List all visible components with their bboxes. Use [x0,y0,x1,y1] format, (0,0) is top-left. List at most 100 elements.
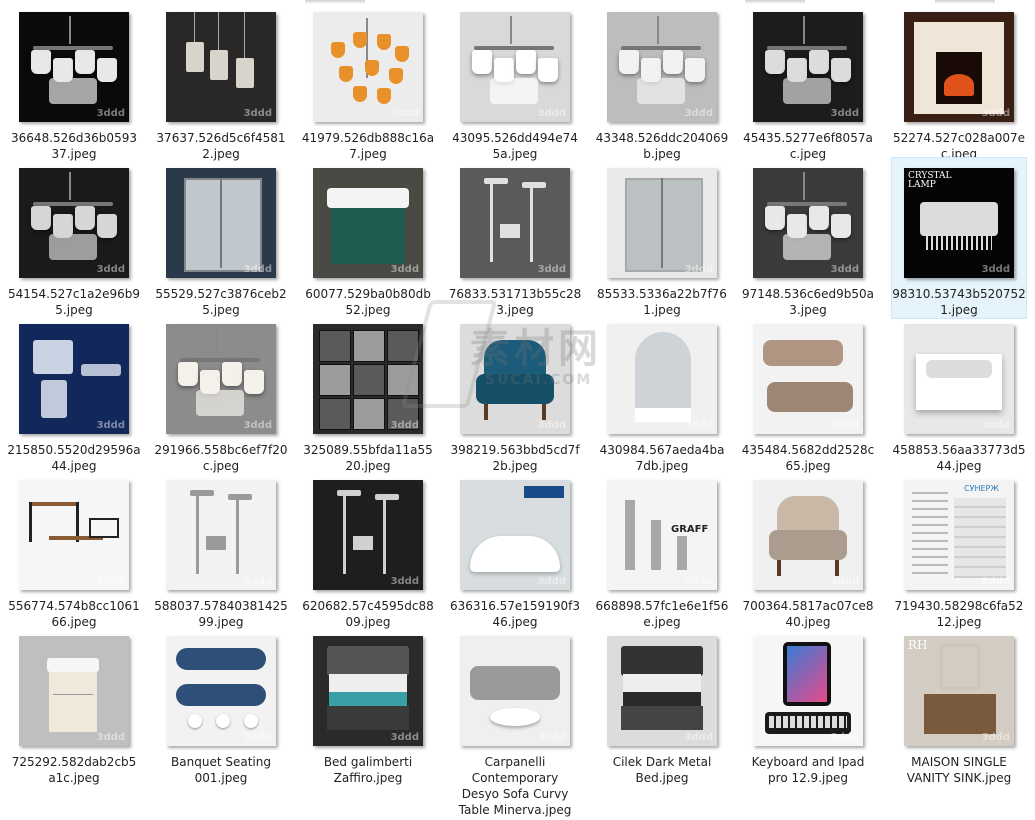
thumbnail-shape [353,364,385,396]
file-item[interactable]: 3ddd 52274.527c028a007e c.jpeg [892,2,1026,162]
file-name-line: 291966.558bc6ef7f20 [154,443,288,457]
file-item[interactable]: 3ddd 215850.5520d29596a 44.jpeg [7,314,141,474]
file-item[interactable]: 3ddd Banquet Seating 001.jpeg [154,626,288,786]
file-item[interactable]: 3ddd 291966.558bc6ef7f20 c.jpeg [154,314,288,474]
thumbnail-shape [767,382,853,412]
thumbnail-shape [831,214,851,238]
file-grid: 3ddd 36648.526d36b0593 37.jpeg 3ddd 37637.52… [0,0,1035,820]
thumbnail-shape [470,666,560,700]
file-item[interactable]: 3ddd 556774.574b8cc1061 66.jpeg [7,470,141,630]
thumbnail-shape [490,78,538,104]
thumbnail-shape [809,206,829,230]
thumbnail-shape [176,684,266,706]
thumbnail-shape [29,502,32,542]
file-item[interactable]: 3ddd 45435.5277e6f8057a c.jpeg [741,2,875,162]
file-name-line: 43095.526dd494e74 [452,131,578,145]
thumbnail-watermark: 3ddd [243,576,272,587]
thumbnail-watermark: 3ddd [96,732,125,743]
file-thumbnail: RH 3ddd [904,636,1014,746]
file-item[interactable]: СУНЕРЖ 3ddd 719430.58298c6fa52 12.jpeg [892,470,1026,630]
file-item[interactable]: 3ddd 41979.526db888c16a 7.jpeg [301,2,435,162]
thumbnail-watermark: 3ddd [981,732,1010,743]
file-item[interactable]: 3ddd 435484.5682dd2528c 65.jpeg [741,314,875,474]
file-item[interactable]: 3ddd 458853.56aa33773d5 44.jpeg [892,314,1026,474]
file-thumbnail: 3ddd [166,168,276,278]
file-name-line: 001.jpeg [194,771,248,785]
thumbnail-shape [244,12,245,58]
file-name-line: MAISON SINGLE [911,755,1007,769]
file-item[interactable]: 3ddd 37637.526d5c6f4581 2.jpeg [154,2,288,162]
thumbnail-shape [377,88,391,104]
file-thumbnail: СУНЕРЖ 3ddd [904,480,1014,590]
thumbnail-watermark: 3ddd [684,108,713,119]
file-name-line: Zaffiro.jpeg [333,771,403,785]
file-item[interactable]: RH 3ddd MAISON SINGLE VANITY SINK.jpeg [892,626,1026,786]
file-item[interactable]: 3ddd 97148.536c6ed9b50a 3.jpeg [741,158,875,318]
thumbnail-shape [49,78,97,104]
file-item[interactable]: 3ddd 55529.527c3876ceb2 5.jpeg [154,158,288,318]
file-item[interactable]: 3ddd 588037.57840381425 99.jpeg [154,470,288,630]
thumbnail-shape [395,46,409,62]
file-thumbnail: 3ddd [753,168,863,278]
file-name-line: 52274.527c028a007e [892,131,1026,145]
file-item[interactable]: 3ddd Cilek Dark Metal Bed.jpeg [595,626,729,786]
thumbnail-shape [623,692,701,706]
file-item[interactable]: 3ddd Bed galimberti Zaffiro.jpeg [301,626,435,786]
thumbnail-shape [944,74,974,96]
file-item[interactable]: 3ddd 636316.57e159190f3 46.jpeg [448,470,582,630]
file-item[interactable]: 3ddd 54154.527c1a2e96b9 5.jpeg [7,158,141,318]
thumbnail-shape [383,494,386,574]
file-thumbnail: 3ddd [460,636,570,746]
file-item[interactable]: 3ddd 325089.55bfda11a55 20.jpeg [301,314,435,474]
file-item[interactable]: 3ddd 398219.563bbd5cd7f 2b.jpeg [448,314,582,474]
file-item[interactable]: 3ddd 60077.529ba0b80db 52.jpeg [301,158,435,318]
file-item[interactable]: 3ddd 76833.531713b55c28 3.jpeg [448,158,582,318]
file-thumbnail: 3ddd [166,324,276,434]
file-thumbnail: 3ddd [753,12,863,122]
thumbnail-shape [490,178,493,262]
file-name-line: 668898.57fc1e6e1f56 [595,599,729,613]
file-item[interactable]: 3ddd 725292.582dab2cb5 a1c.jpeg [7,626,141,786]
file-name-line: pro 12.9.jpeg [768,771,848,785]
thumbnail-shape [765,206,785,230]
file-item[interactable]: 3ddd 85533.5336a22b7f76 1.jpeg [595,158,729,318]
file-name-line: Keyboard and Ipad [751,755,865,769]
file-thumbnail: 3ddd [166,480,276,590]
file-item[interactable]: CRYSTAL LAMP 3ddd 98310.53743b520752 1.jpeg [891,157,1027,319]
file-item[interactable]: 3ddd 700364.5817ac07ce8 40.jpeg [741,470,875,630]
thumbnail-label: GRAFF [671,524,709,535]
thumbnail-shape [69,172,71,200]
file-item[interactable]: 3ddd 43348.526ddc204069 b.jpeg [595,2,729,162]
file-name-line: 556774.574b8cc1061 [8,599,140,613]
file-item[interactable]: GRAFF 3ddd 668898.57fc1e6e1f56 e.jpeg [595,470,729,630]
file-item[interactable]: 3ddd 430984.567aeda4ba 7db.jpeg [595,314,729,474]
file-name-line: 55529.527c3876ceb2 [155,287,287,301]
thumbnail-watermark: 3ddd [981,108,1010,119]
file-item[interactable]: 3ddd Carpanelli Contemporary Desyo Sofa Cur… [448,626,582,818]
thumbnail-watermark: 3ddd [981,264,1010,275]
thumbnail-shape [625,178,703,272]
thumbnail-shape [206,536,226,550]
thumbnail-shape [194,12,195,42]
file-item[interactable]: 3ddd 36648.526d36b0593 37.jpeg [7,2,141,162]
file-thumbnail: 3ddd [313,480,423,590]
file-item[interactable]: 3ddd 620682.57c4595dc88 09.jpeg [301,470,435,630]
thumbnail-shape [542,404,546,420]
thumbnail-shape [353,398,385,430]
thumbnail-watermark: 3ddd [243,732,272,743]
file-name-line: 725292.582dab2cb5 [11,755,137,769]
thumbnail-shape [524,486,564,498]
thumbnail-watermark: 3ddd [390,420,419,431]
file-name-line: 215850.5520d29596a [7,443,141,457]
thumbnail-shape [353,32,367,48]
thumbnail-shape [831,58,851,82]
thumbnail-shape [769,530,847,560]
thumbnail-shape [319,398,351,430]
thumbnail-watermark: 3ddd [830,108,859,119]
file-item[interactable]: 3ddd 43095.526dd494e74 5a.jpeg [448,2,582,162]
file-item[interactable]: 3ddd Keyboard and Ipad pro 12.9.jpeg [741,626,875,786]
thumbnail-shape [835,560,839,576]
file-name-line: 700364.5817ac07ce8 [742,599,874,613]
thumbnail-shape [476,374,554,404]
file-name-line: 588037.57840381425 [154,599,288,613]
